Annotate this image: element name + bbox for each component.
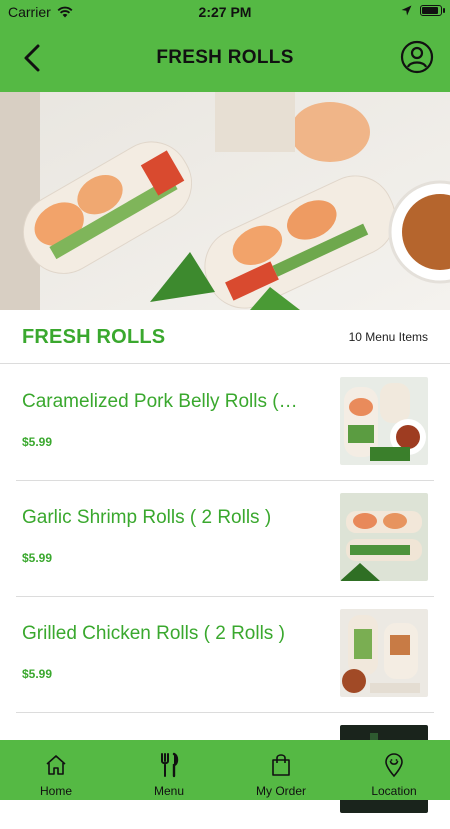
- tab-my-order[interactable]: My Order: [225, 740, 337, 800]
- menu-item-name: Caramelized Pork Belly Rolls ( 2 Rolls ): [22, 391, 302, 412]
- profile-button[interactable]: [400, 40, 434, 74]
- tab-label: Location: [371, 784, 417, 798]
- location-pin-icon: [385, 753, 403, 778]
- tab-menu[interactable]: Menu: [113, 740, 225, 800]
- home-icon: [46, 755, 66, 775]
- menu-item-count: 10 Menu Items: [348, 330, 428, 344]
- section-title: FRESH ROLLS: [22, 326, 166, 348]
- header-bar: Carrier 2:27 PM FRESH ROLLS: [0, 0, 450, 92]
- section-header: FRESH ROLLS 10 Menu Items: [0, 310, 450, 364]
- user-icon: [400, 40, 434, 74]
- tab-label: Home: [39, 784, 72, 798]
- nav-bar: FRESH ROLLS: [0, 24, 450, 92]
- menu-item-image: [340, 493, 428, 581]
- tab-label: Menu: [153, 784, 185, 798]
- menu-item[interactable]: Caramelized Pork Belly Rolls ( 2 Rolls )…: [16, 365, 434, 481]
- menu-item[interactable]: Garlic Shrimp Rolls ( 2 Rolls ) $5.99: [16, 481, 434, 597]
- menu-item-price: $5.99: [22, 667, 53, 681]
- shopping-bag-icon: [272, 754, 290, 776]
- menu-item-price: $5.99: [22, 551, 53, 565]
- status-time: 2:27 PM: [198, 4, 252, 20]
- status-right: [401, 5, 445, 16]
- page-title: FRESH ROLLS: [156, 47, 294, 68]
- menu-item-image: [340, 377, 428, 465]
- battery-icon: [420, 5, 445, 16]
- menu-item-name: Grilled Chicken Rolls ( 2 Rolls ): [22, 623, 285, 644]
- status-bar: Carrier 2:27 PM: [0, 0, 450, 24]
- tab-label: My Order: [255, 784, 306, 798]
- menu-item-image: [340, 609, 428, 697]
- menu-item[interactable]: Grilled Chicken Rolls ( 2 Rolls ) $5.99: [16, 597, 434, 713]
- menu-item-price: $5.99: [22, 435, 53, 449]
- fork-knife-icon: [161, 752, 179, 778]
- menu-item-name: Garlic Shrimp Rolls ( 2 Rolls ): [22, 507, 272, 528]
- tab-home[interactable]: Home: [0, 740, 112, 800]
- tab-location[interactable]: Location: [338, 740, 450, 800]
- location-arrow-icon: [401, 5, 412, 16]
- tab-bar: Home Menu My Order Location: [0, 740, 450, 800]
- hero-image: [0, 92, 450, 310]
